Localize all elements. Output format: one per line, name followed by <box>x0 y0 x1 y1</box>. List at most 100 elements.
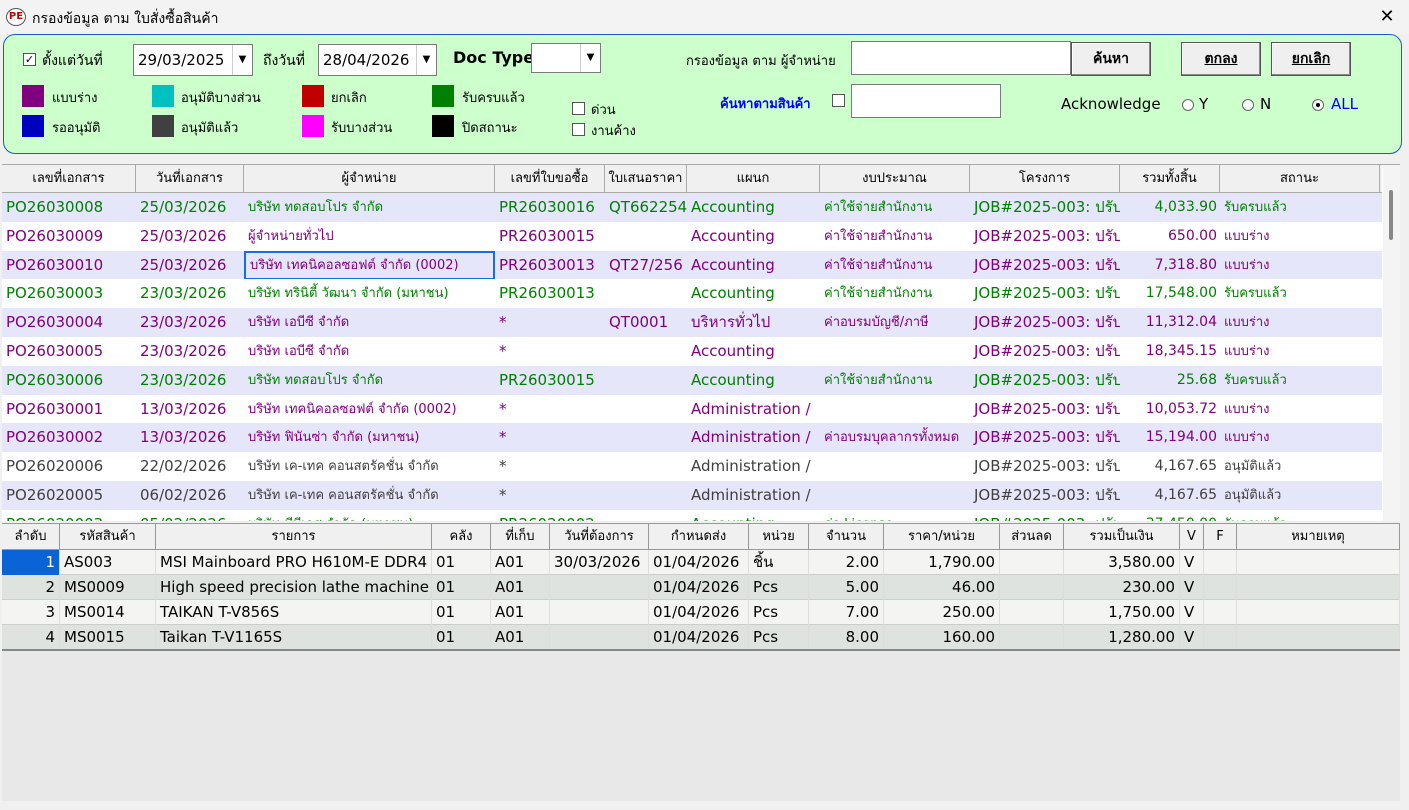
from-date-checkbox[interactable]: ✓ <box>23 53 36 66</box>
chevron-down-icon[interactable]: ▼ <box>416 45 436 75</box>
item-header-f[interactable]: F <box>1204 524 1237 550</box>
po-table-row[interactable]: PO26030009 25/03/2026 ผู้จำหน่ายทั่วไป PR26… <box>2 221 1382 251</box>
cancel-button[interactable]: ยกเลิก <box>1271 42 1351 76</box>
filter-panel: ✓ ตั้งแต่วันที่ 29/03/2025 ▼ ถึงวันที่ 2… <box>3 34 1402 154</box>
item-table-row[interactable]: 2 MS0009 High speed precision lathe machin… <box>2 575 1400 600</box>
item-header-note[interactable]: หมายเหตุ <box>1237 524 1400 550</box>
po-table: เลขที่เอกสาร วันที่เอกสาร ผู้จำหน่าย เลขที่… <box>2 164 1400 521</box>
po-table-row[interactable]: PO2602000305/02/2026บริษัท ทีบีเอส จำกัด… <box>2 509 1382 521</box>
po-cell-qt <box>605 279 687 308</box>
close-icon[interactable]: ✕ <box>1372 3 1402 31</box>
to-date-picker[interactable]: 28/04/2026 ▼ <box>318 44 437 76</box>
po-table-row[interactable]: PO26030008 25/03/2026 บริษัท ทดสอบโปร จำกั… <box>2 193 1382 222</box>
item-header-due[interactable]: กำหนดส่ง <box>649 524 749 550</box>
po-header-doc[interactable]: เลขที่เอกสาร <box>2 165 136 193</box>
po-cell-qt <box>605 366 687 395</box>
scrollbar-thumb[interactable] <box>1389 190 1393 240</box>
ack-all-radio[interactable] <box>1312 99 1324 111</box>
po-cell-dept: Accounting <box>691 370 775 389</box>
po-cell-budget: ค่าใช้จ่ายสำนักงาน <box>824 372 933 388</box>
to-date-value: 28/04/2026 <box>323 51 410 69</box>
item-cell-disc <box>1000 575 1064 600</box>
item-header-price[interactable]: ราคา/หน่วย <box>884 524 1000 550</box>
po-table-scrollbar[interactable] <box>1383 165 1400 521</box>
po-header-dept[interactable]: แผนก <box>687 165 820 193</box>
product-search-checkbox[interactable] <box>832 94 845 107</box>
item-table: ลำดับ รหัสสินค้า รายการ คลัง ที่เก็บ วันที่ต้… <box>2 523 1400 801</box>
po-cell-qt <box>605 337 687 366</box>
po-cell-supplier: บริษัท เทคนิคอลซอฟต์ จำกัด (0002) <box>248 401 457 417</box>
item-header-name[interactable]: รายการ <box>156 524 432 550</box>
po-cell-dept: Administration / <box>691 486 811 504</box>
po-cell-doc: PO26030010 <box>6 255 104 274</box>
app-icon: PE <box>6 8 26 26</box>
item-header-wh[interactable]: คลัง <box>432 524 491 550</box>
po-table-row[interactable]: PO26030005 23/03/2026 บริษัท เอบีซี จำกัด *… <box>2 337 1382 366</box>
item-table-row[interactable]: 3 MS0014 TAIKAN T-V856S 01 A01 01/04/2026 Pcs 7… <box>2 600 1400 625</box>
po-header-qt[interactable]: ใบเสนอราคา <box>605 165 687 193</box>
po-table-row[interactable]: PO26030010 25/03/2026 บริษัท เทคนิคอลซอฟต์… <box>2 250 1382 280</box>
po-header-pr[interactable]: เลขที่ใบขอซื้อ <box>495 165 605 193</box>
po-cell-dept: Accounting <box>691 342 775 360</box>
po-cell-status: แบบร่าง <box>1224 344 1270 359</box>
urgent-checkbox[interactable] <box>572 102 585 115</box>
po-header-supplier[interactable]: ผู้จำหน่าย <box>244 165 495 193</box>
po-table-row[interactable]: PO26030003 23/03/2026 บริษัท ทรินิตี้ วัฒน… <box>2 279 1382 309</box>
po-cell-doc: PO26020005 <box>6 486 104 504</box>
po-cell-qt <box>605 423 687 452</box>
item-table-row[interactable]: 4 MS0015 Taikan T-V1165S 01 A01 01/04/2026 Pcs… <box>2 625 1400 650</box>
item-cell-loc: A01 <box>491 575 550 600</box>
chevron-down-icon[interactable]: ▼ <box>232 45 252 75</box>
po-cell-doc: PO26030009 <box>6 226 104 245</box>
po-cell-pr: * <box>499 313 507 332</box>
item-table-row[interactable]: 1 AS003 MSI Mainboard PRO H610M-E DDR4 01 A0… <box>2 550 1400 575</box>
po-cell-total: 10,053.72 <box>1145 400 1217 417</box>
item-cell-wh: 01 <box>432 575 491 600</box>
item-header-qty[interactable]: จำนวน <box>809 524 884 550</box>
item-cell-qty: 7.00 <box>809 600 884 625</box>
item-cell-no: 4 <box>2 625 60 650</box>
item-header-amount[interactable]: รวมเป็นเงิน <box>1064 524 1180 550</box>
po-header-status[interactable]: สถานะ <box>1220 165 1380 193</box>
item-cell-note <box>1237 600 1400 625</box>
ok-button[interactable]: ตกลง <box>1181 42 1261 76</box>
po-table-row[interactable]: PO26030002 13/03/2026 บริษัท ฟินันซ่า จำกั… <box>2 423 1382 453</box>
item-header-need[interactable]: วันที่ต้องการ <box>550 524 649 550</box>
item-cell-qty: 8.00 <box>809 625 884 650</box>
item-header-no[interactable]: ลำดับ <box>2 524 60 550</box>
doctype-select[interactable]: ▼ <box>531 43 601 73</box>
item-cell-code: MS0009 <box>60 575 156 600</box>
item-header-code[interactable]: รหัสสินค้า <box>60 524 156 550</box>
item-header-disc[interactable]: ส่วนลด <box>1000 524 1064 550</box>
chevron-down-icon[interactable]: ▼ <box>580 44 600 72</box>
item-header-unit[interactable]: หน่วย <box>749 524 809 550</box>
po-cell-total: 7,318.80 <box>1154 256 1217 273</box>
ack-y-radio[interactable] <box>1182 99 1194 111</box>
product-search-input[interactable] <box>851 84 1001 118</box>
item-header-loc[interactable]: ที่เก็บ <box>491 524 550 550</box>
po-cell-dept: Accounting <box>691 284 775 303</box>
supplier-input[interactable] <box>851 41 1071 75</box>
po-header-date[interactable]: วันที่เอกสาร <box>136 165 244 193</box>
item-cell-qty: 5.00 <box>809 575 884 600</box>
po-table-row[interactable]: PO26020006 22/02/2026 บริษัท เค-เทค คอนสตร… <box>2 452 1382 482</box>
item-cell-price: 46.00 <box>884 575 1000 600</box>
item-cell-disc <box>1000 600 1064 625</box>
po-header-project[interactable]: โครงการ <box>970 165 1120 193</box>
po-header-total[interactable]: รวมทั้งสิ้น <box>1120 165 1220 193</box>
po-table-row[interactable]: PO26030004 23/03/2026 บริษัท เอบีซี จำกัด *… <box>2 308 1382 338</box>
po-table-row[interactable]: PO26030001 13/03/2026 บริษัท เทคนิคอลซอฟต์… <box>2 394 1382 424</box>
po-table-row[interactable]: PO26020005 06/02/2026 บริษัท เค-เทค คอนสตร… <box>2 481 1382 510</box>
po-header-budget[interactable]: งบประมาณ <box>820 165 970 193</box>
from-date-picker[interactable]: 29/03/2025 ▼ <box>133 44 253 76</box>
item-cell-unit: Pcs <box>749 600 809 625</box>
po-cell-total: 4,167.65 <box>1154 487 1217 503</box>
pending-checkbox[interactable] <box>572 123 585 136</box>
item-header-v[interactable]: V <box>1180 524 1204 550</box>
po-cell-status: รับครบแล้ว <box>1224 200 1287 215</box>
search-button[interactable]: ค้นหา <box>1071 42 1151 76</box>
item-cell-code: AS003 <box>60 550 156 575</box>
ack-n-radio[interactable] <box>1242 99 1254 111</box>
to-date-label: ถึงวันที่ <box>263 53 305 69</box>
po-table-row[interactable]: PO26030006 23/03/2026 บริษัท ทดสอบโปร จำกั… <box>2 365 1382 395</box>
